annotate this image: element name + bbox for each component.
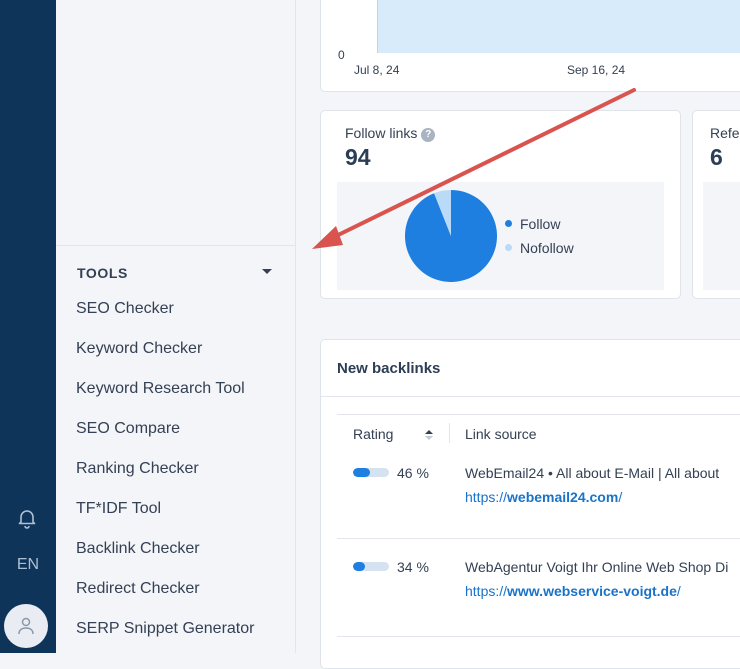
sidebar-divider [56, 245, 296, 246]
sidebar-item-ranking-checker[interactable]: Ranking Checker [76, 460, 254, 500]
sidebar-item-seo-compare[interactable]: SEO Compare [76, 420, 254, 460]
tools-menu: SEO Checker Keyword Checker Keyword Rese… [76, 300, 254, 660]
follow-pie-chart [405, 190, 497, 282]
help-icon[interactable]: ? [421, 128, 436, 142]
chevron-down-icon[interactable] [262, 269, 272, 274]
legend-dot [505, 244, 512, 251]
column-header-rating[interactable]: Rating [353, 426, 393, 442]
row-divider [337, 538, 740, 539]
link-source-url[interactable]: https://www.webservice-voigt.de/ [465, 583, 681, 599]
link-source-title: WebEmail24 • All about E-Mail | All abou… [465, 465, 720, 481]
sidebar-item-keyword-research-tool[interactable]: Keyword Research Tool [76, 380, 254, 420]
rating-bar-fill [353, 468, 370, 477]
rating-bar [353, 562, 389, 571]
user-icon [18, 617, 34, 635]
legend-label: Nofollow [520, 240, 574, 256]
url-domain: webemail24.com [507, 489, 619, 505]
app-rail: EN [0, 0, 56, 653]
legend-item-follow[interactable]: Follow [505, 216, 560, 232]
area-chart-plot [377, 0, 740, 53]
sidebar-item-keyword-checker[interactable]: Keyword Checker [76, 340, 254, 380]
sidebar-item-seo-checker[interactable]: SEO Checker [76, 300, 254, 340]
url-prefix: https:// [465, 489, 508, 505]
sidebar-item-serp-snippet-generator[interactable]: SERP Snippet Generator [76, 620, 254, 660]
rating-bar-fill [353, 562, 366, 571]
x-tick-label: Sep 16, 24 [567, 63, 626, 77]
url-suffix: / [676, 583, 681, 599]
sidebar-item-tf-idf-tool[interactable]: TF*IDF Tool [76, 500, 254, 540]
sort-icon[interactable] [424, 429, 434, 441]
column-header-link-source[interactable]: Link source [465, 426, 537, 442]
new-backlinks-title: New backlinks [337, 360, 441, 377]
url-prefix: https:// [465, 583, 508, 599]
divider [321, 396, 740, 397]
divider [337, 414, 740, 415]
user-avatar[interactable] [4, 604, 48, 648]
notifications-bell-icon[interactable] [15, 506, 39, 530]
new-backlinks-card: New backlinks Rating Link source 46 % We… [320, 339, 740, 669]
follow-links-title: Follow links? [345, 125, 436, 142]
rating-value: 46 % [397, 465, 429, 481]
sidebar-item-backlink-checker[interactable]: Backlink Checker [76, 540, 254, 580]
chart-panel: Follow Nofollow [337, 182, 664, 290]
legend-label: Follow [520, 216, 561, 232]
y-tick-label: 0 [338, 48, 345, 62]
x-tick-label: Jul 8, 24 [354, 63, 400, 77]
chart-panel [703, 182, 740, 290]
referring-value: 6 [710, 144, 723, 170]
follow-links-label: Follow links [345, 125, 418, 141]
row-divider [337, 636, 740, 637]
sidebar: TOOLS SEO Checker Keyword Checker Keywor… [56, 0, 296, 653]
rating-value: 34 % [397, 559, 429, 575]
link-source-url[interactable]: https://webemail24.com/ [465, 489, 622, 505]
legend-item-nofollow[interactable]: Nofollow [505, 240, 574, 256]
referring-domains-card: Refe 6 [692, 110, 740, 299]
column-divider [449, 423, 450, 443]
link-source-title: WebAgentur Voigt Ihr Online Web Shop Di [465, 559, 729, 575]
url-domain: www.webservice-voigt.de [507, 583, 677, 599]
follow-links-card: Follow links? 94 Follow Nofollow [320, 110, 681, 299]
backlinks-timeline-card: 0 Jul 8, 24 Sep 16, 24 [320, 0, 740, 92]
follow-links-value: 94 [345, 144, 371, 170]
rating-bar [353, 468, 389, 477]
url-suffix: / [618, 489, 623, 505]
legend-dot [505, 220, 512, 227]
tools-section-title[interactable]: TOOLS [77, 265, 128, 281]
sidebar-item-redirect-checker[interactable]: Redirect Checker [76, 580, 254, 620]
referring-title: Refe [710, 125, 740, 141]
language-switcher[interactable]: EN [0, 556, 56, 574]
